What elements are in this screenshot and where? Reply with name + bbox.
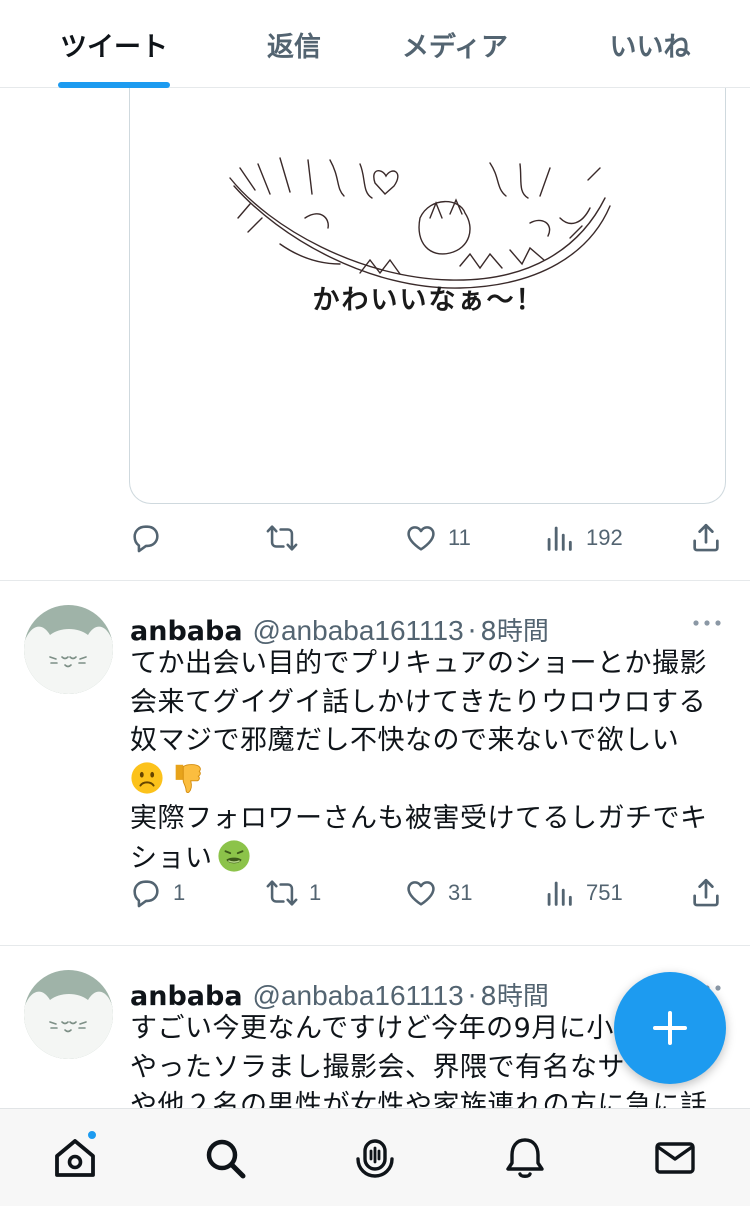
plus-icon: [653, 1011, 687, 1045]
share-button[interactable]: [689, 518, 723, 558]
profile-tabs: ツイート 返信 メディア いいね: [0, 0, 750, 88]
tweet-text-line: 会来てグイグイ話しかけてきたりウロウロする: [130, 686, 707, 718]
compose-tweet-button[interactable]: [614, 972, 726, 1084]
avatar[interactable]: [24, 970, 113, 1059]
reply-button[interactable]: 1: [129, 873, 185, 913]
tab-likes[interactable]: いいね: [590, 0, 710, 88]
nauseated-face-icon: [217, 839, 250, 872]
slightly-frowning-face-icon: [131, 761, 163, 794]
image-caption: かわいいなぁ～！: [312, 285, 545, 316]
tweet-media-image[interactable]: かわいいなぁ～！: [129, 88, 726, 504]
spaces-icon[interactable]: [352, 1135, 398, 1181]
tweet-text-line: 奴マジで邪魔だし不快なので来ないで欲しい: [130, 725, 680, 756]
share-button[interactable]: [689, 873, 723, 913]
tweet-text-line: 実際フォロワーさんも被害受けてるしガチでキ: [130, 803, 708, 834]
tab-media-label: メディア: [401, 31, 509, 63]
share-icon: [693, 878, 719, 907]
view-count: 192: [586, 525, 623, 550]
tab-media[interactable]: メディア: [380, 0, 530, 88]
home-icon[interactable]: [52, 1135, 98, 1181]
avatar[interactable]: [24, 605, 113, 694]
author-handle[interactable]: @anbaba161113: [253, 980, 464, 1012]
tweet-header: anbaba @anbaba161113 · 8時間: [130, 976, 549, 1013]
reply-icon: [133, 880, 159, 908]
tweet-item[interactable]: anbaba @anbaba161113 · 8時間 てか出会い目的でプリキュア…: [0, 605, 750, 945]
retweet-count: 1: [309, 880, 322, 905]
tab-replies-label: 返信: [267, 31, 321, 63]
tab-tweets[interactable]: ツイート: [40, 0, 188, 88]
views-button[interactable]: 751: [542, 873, 623, 913]
tweet-text-line: てか出会い目的でプリキュアのショーとか撮影: [130, 648, 707, 679]
tweet-time[interactable]: 8時間: [480, 976, 549, 1013]
separator-dot: ·: [467, 981, 477, 1012]
tweet-divider: [0, 945, 750, 946]
author-handle[interactable]: @anbaba161113: [253, 615, 464, 647]
bottom-navigation: [0, 1108, 750, 1206]
cat-avatar-icon: [24, 970, 113, 1059]
tab-likes-label: いいね: [609, 31, 691, 63]
reply-button[interactable]: [129, 518, 173, 558]
tab-replies[interactable]: 返信: [240, 0, 348, 88]
tweet-actions: 11 192: [129, 518, 729, 558]
heart-icon: [407, 526, 435, 551]
like-button[interactable]: 11: [404, 518, 471, 558]
cat-avatar-icon: [24, 605, 113, 694]
search-icon[interactable]: [202, 1135, 248, 1181]
like-count: 31: [448, 880, 473, 905]
separator-dot: ·: [467, 616, 477, 647]
author-name[interactable]: anbaba: [130, 981, 243, 1012]
tweet-header: anbaba @anbaba161113 · 8時間: [130, 611, 549, 648]
reply-icon: [133, 525, 159, 553]
tweet-actions: 1 1 31 751: [129, 873, 729, 913]
reply-count: 1: [173, 880, 186, 905]
views-icon: [547, 526, 572, 551]
more-options-icon[interactable]: [692, 617, 722, 629]
notification-dot: [86, 1129, 98, 1141]
heart-icon: [407, 881, 435, 906]
view-count: 751: [586, 880, 623, 905]
thumbs-down-icon: [175, 763, 201, 793]
tweet-emoji-line: [130, 761, 730, 801]
messages-icon[interactable]: [652, 1135, 698, 1181]
share-icon: [693, 523, 719, 552]
notifications-icon[interactable]: [502, 1135, 548, 1181]
tweet-divider: [0, 580, 750, 581]
tweet-feed[interactable]: かわいいなぁ～！ 11 192 anbaba @anbaba161113 · 8…: [0, 88, 750, 1108]
like-button[interactable]: 31: [404, 873, 472, 913]
retweet-icon: [266, 880, 298, 906]
like-count: 11: [448, 525, 471, 550]
views-icon: [547, 881, 572, 906]
views-button[interactable]: 192: [542, 518, 623, 558]
tweet-text-line: や他２名の男性が女性や家族連れの方に急に話: [130, 1090, 708, 1108]
retweet-button[interactable]: 1: [265, 873, 321, 913]
retweet-button[interactable]: [265, 518, 309, 558]
active-tab-indicator: [58, 82, 170, 88]
retweet-icon: [266, 525, 298, 551]
tweet-text: てか出会い目的でプリキュアのショーとか撮影 会来てグイグイ話しかけてきたりウロウ…: [130, 645, 730, 878]
tweet-text-line: ショい: [130, 842, 213, 874]
tab-tweets-label: ツイート: [60, 31, 168, 63]
author-name[interactable]: anbaba: [130, 616, 243, 647]
tweet-time[interactable]: 8時間: [480, 611, 549, 648]
